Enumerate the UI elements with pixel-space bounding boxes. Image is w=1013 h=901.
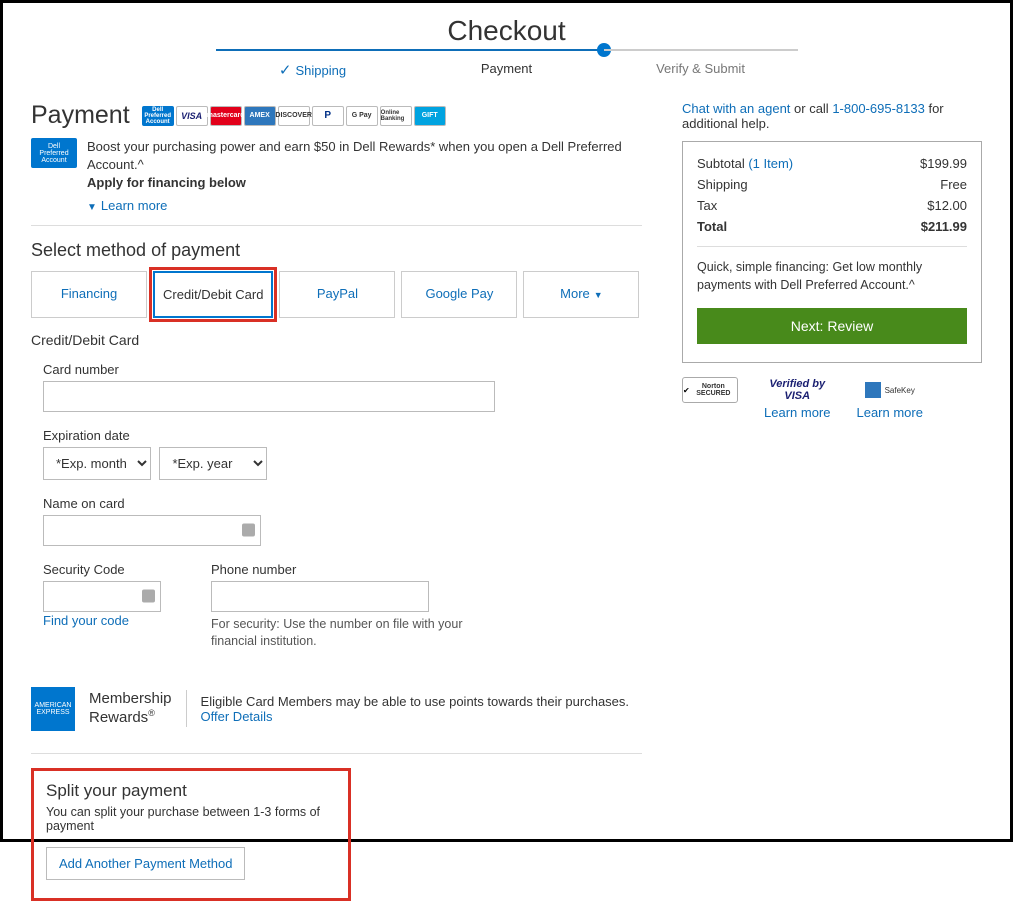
- total-value: $211.99: [921, 219, 967, 234]
- separator: [31, 753, 642, 754]
- name-on-card-label: Name on card: [43, 496, 642, 511]
- security-badges: ✔Norton SECURED Verified by VISA Learn m…: [682, 377, 982, 420]
- checkout-stepper: ✓Shipping Payment Verify & Submit: [31, 49, 982, 79]
- dpa-promo: Dell Preferred Account Boost your purcha…: [31, 138, 642, 226]
- step-payment: Payment: [410, 49, 604, 79]
- expiration-label: Expiration date: [43, 428, 642, 443]
- exp-month-select[interactable]: *Exp. month: [43, 447, 151, 480]
- help-phone-link[interactable]: 1-800-695-8133: [832, 101, 925, 116]
- card-icon-gift: GIFT: [414, 106, 446, 126]
- order-summary: Subtotal (1 Item) $199.99 Shipping Free …: [682, 141, 982, 363]
- keyboard-icon: [242, 524, 255, 537]
- step-verify: Verify & Submit: [604, 49, 798, 79]
- select-method-heading: Select method of payment: [31, 240, 642, 261]
- safekey-icon: SafeKey: [862, 377, 918, 403]
- shipping-value: Free: [940, 177, 967, 192]
- payment-heading: Payment: [31, 101, 130, 130]
- tax-value: $12.00: [927, 198, 967, 213]
- step-payment-label: Payment: [481, 61, 532, 76]
- help-text: Chat with an agent or call 1-800-695-813…: [682, 101, 982, 131]
- membership-rewards-title: MembershipRewards®: [89, 690, 187, 727]
- shipping-label: Shipping: [697, 177, 748, 192]
- split-payment-title: Split your payment: [46, 781, 336, 801]
- card-icon-mastercard: mastercard: [210, 106, 242, 126]
- security-code-label: Security Code: [43, 562, 161, 577]
- card-icon-amex: AMEX: [244, 106, 276, 126]
- step-verify-label: Verify & Submit: [656, 61, 745, 76]
- amex-membership-rewards: AMERICAN EXPRESS MembershipRewards® Elig…: [31, 667, 642, 745]
- keyboard-icon: [142, 590, 155, 603]
- card-icon-dpa: Dell Preferred Account: [142, 106, 174, 126]
- card-icon-online-banking: Online Banking: [380, 106, 412, 126]
- dpa-badge-icon: Dell Preferred Account: [31, 138, 77, 168]
- tab-more[interactable]: More▼: [523, 271, 639, 318]
- caret-down-icon: ▼: [594, 290, 603, 300]
- step-shipping-label: Shipping: [295, 63, 346, 78]
- tax-label: Tax: [697, 198, 717, 213]
- visa-learn-more-link[interactable]: Learn more: [764, 405, 830, 420]
- subtotal-items-link[interactable]: (1 Item): [748, 156, 793, 171]
- step-shipping[interactable]: ✓Shipping: [216, 49, 410, 79]
- promo-text: Boost your purchasing power and earn $50…: [87, 139, 622, 172]
- subtotal-label: Subtotal: [697, 156, 748, 171]
- page-title: Checkout: [31, 15, 982, 47]
- offer-details-link[interactable]: Offer Details: [201, 709, 273, 724]
- financing-note: Quick, simple financing: Get low monthly…: [697, 246, 967, 294]
- card-number-label: Card number: [43, 362, 642, 377]
- tab-google-pay[interactable]: Google Pay: [401, 271, 517, 318]
- total-label: Total: [697, 219, 727, 234]
- card-icon-discover: DISCOVER: [278, 106, 310, 126]
- amex-badge-icon: AMERICAN EXPRESS: [31, 687, 75, 731]
- accepted-cards: Dell Preferred Account VISA mastercard A…: [142, 106, 446, 126]
- chat-agent-link[interactable]: Chat with an agent: [682, 101, 790, 116]
- tab-credit-debit[interactable]: Credit/Debit Card: [153, 271, 273, 318]
- learn-more-link[interactable]: ▼Learn more: [87, 197, 167, 215]
- next-review-button[interactable]: Next: Review: [697, 308, 967, 344]
- phone-number-input[interactable]: [211, 581, 429, 612]
- membership-rewards-desc: Eligible Card Members may be able to use…: [201, 694, 630, 709]
- check-icon: ✓: [279, 62, 292, 79]
- phone-helper-text: For security: Use the number on file wit…: [211, 616, 491, 651]
- split-payment-desc: You can split your purchase between 1-3 …: [46, 805, 336, 833]
- norton-badge-icon: ✔Norton SECURED: [682, 377, 738, 403]
- tab-paypal[interactable]: PayPal: [279, 271, 395, 318]
- card-icon-gpay: G Pay: [346, 106, 378, 126]
- safekey-learn-more-link[interactable]: Learn more: [856, 405, 922, 420]
- exp-year-select[interactable]: *Exp. year: [159, 447, 267, 480]
- card-icon-visa: VISA: [176, 106, 208, 126]
- tab-financing[interactable]: Financing: [31, 271, 147, 318]
- payment-method-tabs: Financing Credit/Debit Card PayPal Googl…: [31, 271, 642, 318]
- card-number-input[interactable]: [43, 381, 495, 412]
- name-on-card-input[interactable]: [43, 515, 261, 546]
- split-payment-box: Split your payment You can split your pu…: [31, 768, 351, 901]
- add-payment-method-button[interactable]: Add Another Payment Method: [46, 847, 245, 880]
- subtotal-value: $199.99: [920, 156, 967, 171]
- find-your-code-link[interactable]: Find your code: [43, 613, 129, 628]
- caret-down-icon: ▼: [87, 202, 97, 213]
- verified-by-visa-icon: Verified by VISA: [769, 377, 825, 403]
- credit-card-section-title: Credit/Debit Card: [31, 332, 642, 348]
- phone-number-label: Phone number: [211, 562, 491, 577]
- promo-bold: Apply for financing below: [87, 174, 642, 192]
- card-icon-paypal: P: [312, 106, 344, 126]
